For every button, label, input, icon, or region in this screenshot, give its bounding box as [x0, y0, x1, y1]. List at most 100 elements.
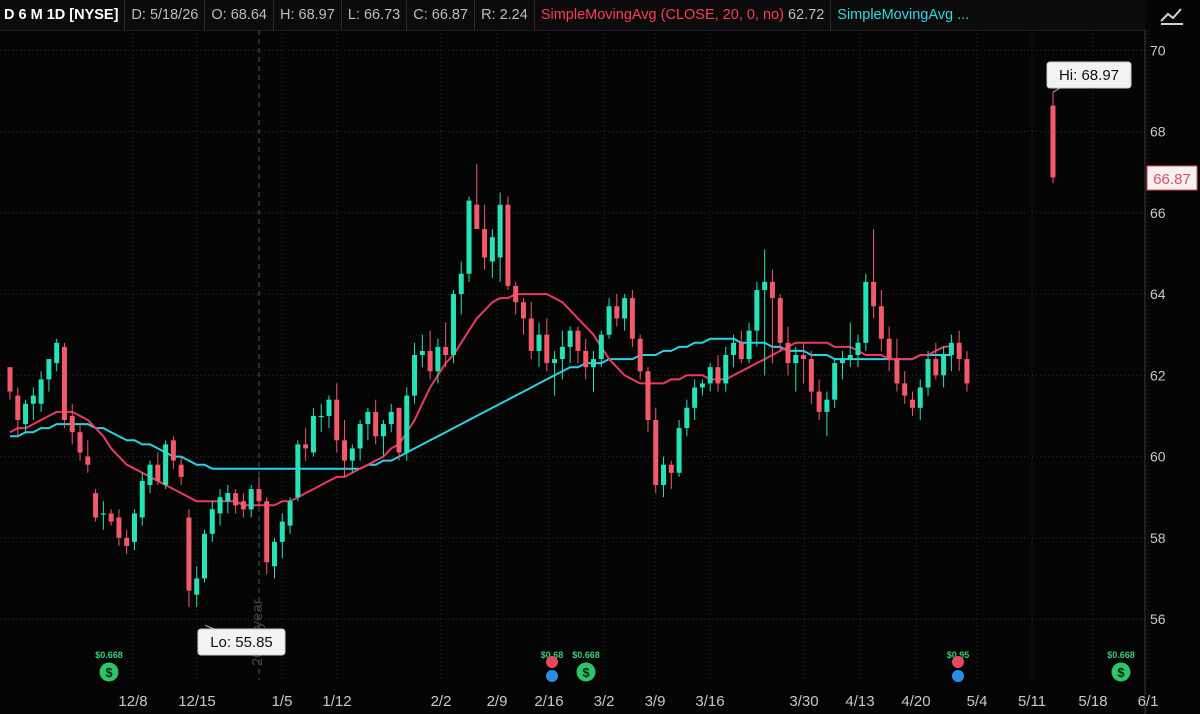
candle-body: [832, 363, 838, 400]
candle-body: [163, 444, 169, 485]
candle-body: [427, 350, 433, 372]
price-chart[interactable]: 2026 year 5658606264666870 12/812/151/51…: [0, 0, 1200, 714]
candle-body: [645, 371, 651, 420]
candle-body: [839, 359, 845, 364]
candle-body: [777, 298, 783, 343]
candle-body: [871, 281, 877, 307]
candle-body: [7, 367, 13, 392]
candle-body: [342, 440, 348, 461]
candle-body: [209, 509, 215, 534]
x-tick-label: 3/9: [645, 693, 666, 710]
candle-body: [738, 342, 744, 360]
candle-body: [186, 517, 192, 591]
candle-body: [948, 342, 954, 355]
candle-body: [272, 541, 278, 567]
candle-body: [544, 334, 550, 364]
y-tick-label: 68: [1150, 124, 1166, 140]
x-tick-label: 3/2: [594, 693, 615, 710]
y-tick-label: 70: [1150, 42, 1166, 58]
candle-body: [310, 415, 316, 453]
dollar-glyph: $: [582, 665, 590, 680]
candle-body: [762, 281, 768, 290]
candle-body: [147, 464, 153, 485]
y-tick-label: 66: [1150, 205, 1166, 221]
candle-body: [38, 379, 44, 404]
candle-body: [139, 480, 145, 518]
candle-body: [591, 359, 596, 368]
candle-body: [754, 290, 760, 331]
candle-body: [15, 395, 21, 420]
candle-body: [46, 359, 52, 380]
x-tick-label: 2/9: [487, 693, 508, 710]
candle-body: [746, 330, 752, 360]
candle-body: [349, 448, 355, 461]
candle-body: [318, 415, 324, 418]
candle-body: [1050, 105, 1056, 178]
candle-body: [676, 428, 682, 473]
candle-body: [909, 399, 915, 408]
candle-body: [295, 444, 301, 498]
candle-body: [380, 424, 386, 437]
candle-body: [894, 359, 900, 384]
x-tick-label: 1/5: [272, 693, 293, 710]
candle-body: [933, 359, 939, 376]
earnings-bulb-icon: [952, 670, 964, 682]
hi-label: Hi: 68.97: [1059, 67, 1119, 84]
candle-body: [855, 342, 861, 355]
x-tick-label: 5/18: [1078, 693, 1107, 710]
candle-body: [816, 391, 822, 412]
candle-body: [567, 330, 573, 347]
candle-body: [474, 204, 480, 230]
candle-body: [396, 407, 402, 453]
candle-body: [23, 403, 29, 425]
dividend-amount-label: $0.668: [572, 650, 600, 660]
candle-body: [100, 513, 106, 515]
candle-body: [583, 350, 589, 368]
x-tick-label: 12/8: [118, 693, 147, 710]
candle-body: [707, 367, 713, 384]
y-tick-label: 62: [1150, 367, 1166, 383]
candle-body: [715, 367, 721, 384]
candle-body: [520, 302, 526, 319]
candle-body: [653, 420, 659, 485]
candle-body: [93, 493, 99, 518]
candle-body: [482, 229, 488, 258]
x-tick-label: 4/20: [901, 693, 930, 710]
candle-body: [559, 346, 565, 360]
dollar-glyph: $: [105, 665, 113, 680]
x-tick-label: 3/30: [789, 693, 818, 710]
price-labels: Hi: 68.97 Lo: 55.85 66.87: [197, 61, 1198, 656]
candle-body: [435, 346, 441, 372]
candle-body: [170, 440, 176, 461]
candle-body: [108, 513, 114, 522]
candle-body: [388, 411, 394, 425]
candle-body: [598, 334, 604, 360]
lo-leader: [204, 624, 215, 630]
candle-body: [886, 338, 892, 360]
candle-body: [458, 273, 464, 295]
lo-label: Lo: 55.85: [210, 634, 273, 651]
candle-body: [116, 517, 122, 538]
dividend-amount-label: $0.668: [1107, 650, 1135, 660]
candle-body: [326, 399, 332, 416]
y-tick-label: 58: [1150, 530, 1166, 546]
x-tick-label: 5/4: [967, 693, 988, 710]
candle-body: [902, 383, 908, 396]
candle-body: [419, 350, 425, 355]
sma50-line: [10, 337, 952, 470]
x-tick-label: 2/16: [534, 693, 563, 710]
candle-body: [528, 318, 534, 351]
candle-body: [622, 298, 628, 319]
candle-body: [124, 537, 130, 546]
candle-body: [941, 355, 947, 376]
candle-body: [769, 281, 775, 299]
candle-body: [505, 204, 511, 286]
candle-body: [279, 521, 285, 542]
candle-body: [450, 294, 456, 355]
x-tick-label: 3/16: [695, 693, 724, 710]
candle-body: [466, 200, 472, 274]
candle-body: [404, 395, 410, 453]
candle-body: [497, 204, 503, 258]
candle-body: [264, 501, 270, 563]
candle-body: [606, 306, 612, 335]
